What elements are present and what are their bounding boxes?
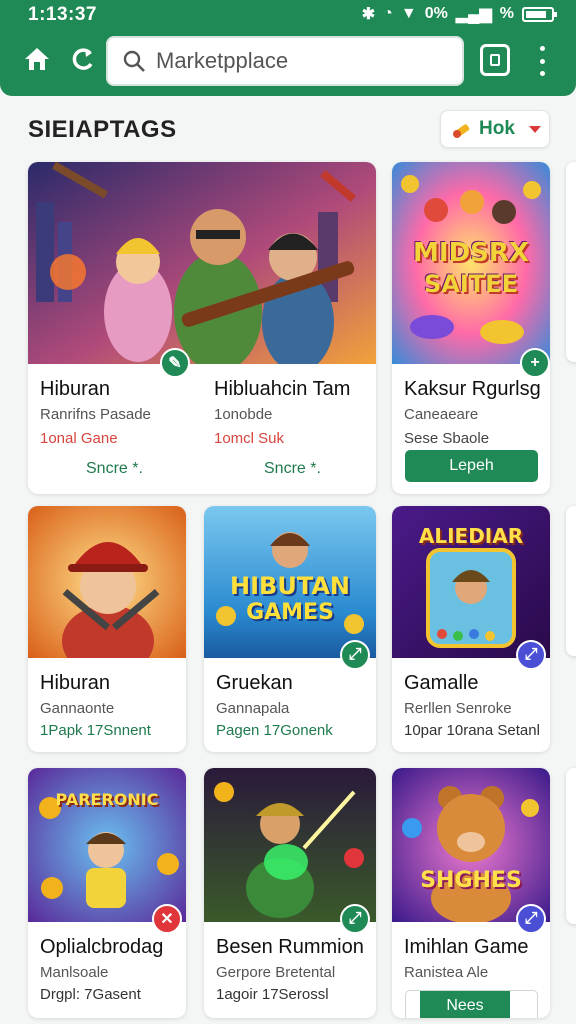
bluetooth-icon: ✱ <box>361 6 376 23</box>
card-action-link[interactable]: Sncre *. <box>264 460 321 478</box>
card-art-subtitle: SAITEE <box>424 270 518 298</box>
card-title: Kaksur Rgurlsg <box>404 378 541 400</box>
card-tag: 1agoir 17Serossl <box>216 986 329 1003</box>
card-art-title: ALIEDIAR <box>418 524 524 548</box>
next-card-peek[interactable] <box>566 162 576 362</box>
card-subtitle: Gannapala <box>216 700 290 717</box>
signal-icon: ▂▄▆ <box>455 6 492 23</box>
link-badge-icon[interactable]: ⤢ <box>516 904 546 934</box>
card-subtitle: Gerpore Bretental <box>216 964 336 981</box>
card-tag: Pagen 17Gonenk <box>216 722 333 739</box>
card-subtitle: Caneaeare <box>404 406 479 423</box>
link-badge-icon[interactable]: ⤢ <box>340 640 370 670</box>
game-card[interactable]: Hiburan Gannaonte 1Papk 17Snnent <box>28 506 186 752</box>
home-button[interactable] <box>22 44 52 74</box>
search-bar[interactable] <box>106 36 464 86</box>
tabs-button[interactable] <box>480 44 510 76</box>
card-tag: 1onal Gane <box>40 430 118 447</box>
refresh-icon <box>72 48 93 70</box>
featured-card[interactable]: MIDSRX SAITEE + Kaksur Rgurlsg Caneaeare… <box>392 162 550 494</box>
card-thumbnail: MIDSRX SAITEE <box>392 162 550 364</box>
more-vert-icon[interactable] <box>536 46 548 76</box>
card-action-link[interactable]: Sncre *. <box>86 460 143 478</box>
card-subtitle: Manlsoale <box>40 964 109 981</box>
close-badge-icon[interactable]: ✕ <box>152 904 182 934</box>
game-card[interactable]: PARERONIC ✕ Oplialcbrodag Manlsoale Drgp… <box>28 768 186 1018</box>
chevron-down-icon <box>528 125 541 133</box>
edit-badge-icon[interactable]: ✎ <box>160 348 190 378</box>
card-art-title: HIBUTAN <box>230 572 350 600</box>
featured-card-wide[interactable]: ✎ Hiburan Ranrifns Pasade 1onal Gane Snc… <box>28 162 376 494</box>
search-icon <box>123 50 145 72</box>
status-extra: % <box>499 5 514 22</box>
card-tag: 1Papk 17Snnent <box>40 722 151 739</box>
card-title: Hibluahcin Tam <box>214 378 351 400</box>
card-subtitle: Gannaonte <box>40 700 115 717</box>
card-title: Gruekan <box>216 672 293 694</box>
game-card[interactable]: ALIEDIAR ⤢ Gamalle Rerllen Senroke 10par… <box>392 506 550 752</box>
card-tag: 10par 10rana Setanl <box>404 722 540 739</box>
refresh-button[interactable] <box>68 44 98 74</box>
card-art-title: MIDSRX <box>413 238 529 268</box>
tabs-icon <box>490 54 500 66</box>
filter-label: Hok <box>479 118 515 139</box>
filter-dropdown[interactable]: Hok <box>440 110 550 148</box>
card-art-title: SHGHES <box>420 868 522 893</box>
pencil-emoji-icon <box>453 124 470 138</box>
card-thumbnail: HIBUTAN GAMES <box>204 506 376 658</box>
wifi-icon: ▼ <box>400 5 417 22</box>
card-subtitle: Ranistea Ale <box>404 964 489 981</box>
section-title: SIEIAPTAGS <box>28 116 177 143</box>
card-action-button[interactable]: Lepeh <box>405 450 538 482</box>
card-thumbnail: ALIEDIAR <box>392 506 550 658</box>
card-tag: Sese Sbaole <box>404 430 490 447</box>
alarm-icon: ◔ <box>383 5 393 22</box>
card-title: Hiburan <box>40 672 111 694</box>
status-icons: ✱ ◔ ▼ 0% ▂▄▆ % <box>361 4 557 24</box>
game-card[interactable]: ⤢ Besen Rummion Gerpore Bretental 1agoir… <box>204 768 376 1018</box>
card-thumbnail: SHGHES <box>392 768 550 922</box>
card-title: Hiburan <box>40 378 111 400</box>
battery-percent: 0% <box>424 5 448 22</box>
home-icon <box>25 48 49 70</box>
card-title: Oplialcbrodag <box>40 936 164 958</box>
card-thumbnail <box>204 768 376 922</box>
card-subtitle: Rerllen Senroke <box>404 700 512 717</box>
next-card-peek[interactable] <box>566 768 576 924</box>
card-toggle[interactable]: Nees <box>405 990 538 1018</box>
card-art-subtitle: GAMES <box>246 600 334 625</box>
link-badge-icon[interactable]: ⤢ <box>516 640 546 670</box>
card-subtitle: 1onobde <box>214 406 273 423</box>
card-tag: 1omcl Suk <box>214 430 285 447</box>
search-input[interactable] <box>156 48 436 74</box>
card-title: Besen Rummion <box>216 936 364 958</box>
next-card-peek[interactable] <box>566 506 576 656</box>
battery-icon <box>522 6 557 22</box>
featured-thumbnail <box>28 162 376 364</box>
card-subtitle: Ranrifns Pasade <box>40 406 151 423</box>
top-app-bar: 1:13:37 ✱ ◔ ▼ 0% ▂▄▆ % <box>0 0 576 96</box>
link-badge-icon[interactable]: ⤢ <box>340 904 370 934</box>
card-art-title: PARERONIC <box>55 790 159 809</box>
card-tag: Drgpl: 7Gasent <box>40 986 141 1003</box>
game-card[interactable]: HIBUTAN GAMES ⤢ Gruekan Gannapala Pagen … <box>204 506 376 752</box>
card-title: Gamalle <box>404 672 479 694</box>
card-thumbnail: PARERONIC <box>28 768 186 922</box>
plus-badge-icon[interactable]: + <box>520 348 550 378</box>
card-title: Imihlan Game <box>404 936 529 958</box>
status-time: 1:13:37 <box>28 4 97 25</box>
card-action-button[interactable]: Nees <box>420 991 510 1018</box>
card-thumbnail <box>28 506 186 658</box>
status-bar: 1:13:37 ✱ ◔ ▼ 0% ▂▄▆ % <box>0 0 576 30</box>
game-card[interactable]: SHGHES ⤢ Imihlan Game Ranistea Ale Nees <box>392 768 550 1018</box>
